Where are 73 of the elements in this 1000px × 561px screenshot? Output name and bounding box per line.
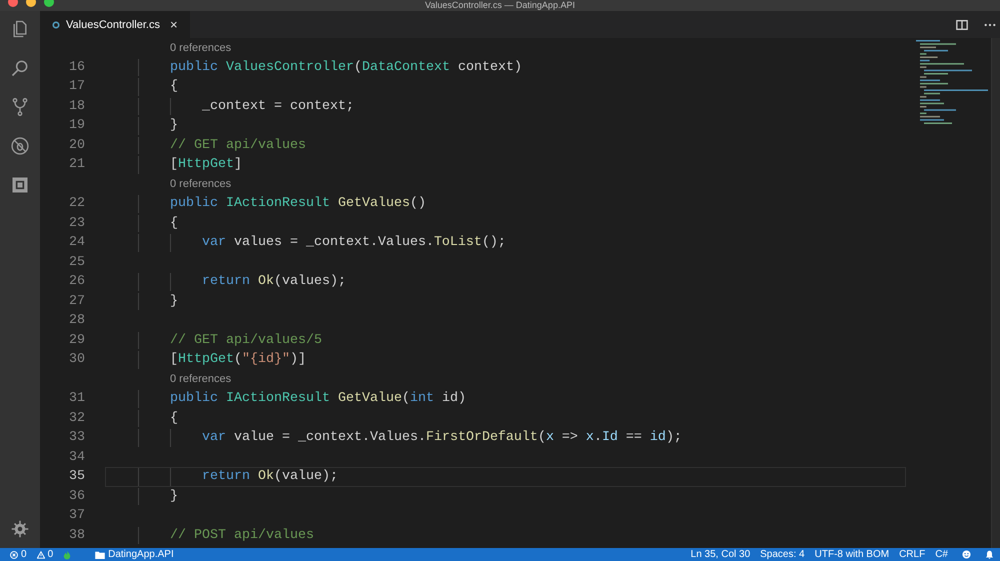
code-line: } xyxy=(168,118,178,134)
line-number: 31 xyxy=(69,391,85,406)
code-line: public ValuesController(DataContext context) xyxy=(168,60,522,75)
status-item[interactable]: Ln 35, Col 30 xyxy=(690,549,750,560)
code-line: } xyxy=(168,488,178,504)
status-item[interactable]: C# xyxy=(935,549,948,560)
editor-tab[interactable]: ValuesController.cs × xyxy=(40,11,190,38)
line-number: 33 xyxy=(69,430,85,446)
line-number: 26 xyxy=(69,274,85,290)
status-item[interactable]: CRLF xyxy=(899,549,926,560)
line-number: 20 xyxy=(69,138,85,153)
code-line: { xyxy=(168,79,178,94)
code-line: var value = _context.Values.FirstOrDefault(x => x.Id == id); xyxy=(200,430,682,446)
line-number: 28 xyxy=(69,313,85,328)
line-number: 16 xyxy=(69,60,85,75)
error-icon xyxy=(10,550,18,558)
line-number: 17 xyxy=(69,79,85,94)
window-title: ValuesController.cs — DatingApp.API xyxy=(425,0,575,11)
line-number: 38 xyxy=(69,528,85,543)
close-tab-button[interactable]: × xyxy=(170,17,178,32)
code-line: return Ok(values); xyxy=(200,274,346,290)
line-number: 19 xyxy=(69,118,85,134)
line-number: 21 xyxy=(69,157,85,172)
code-line: // GET api/values xyxy=(168,138,306,153)
extensions-icon[interactable] xyxy=(10,175,30,195)
code-line: } xyxy=(168,294,178,309)
code-line: [HttpGet] xyxy=(168,157,242,172)
line-number: 27 xyxy=(69,294,85,309)
references-codelens[interactable]: 0 references xyxy=(170,42,232,54)
code-line: // GET api/values/5 xyxy=(168,332,322,348)
split-editor-icon[interactable] xyxy=(956,20,968,30)
warnings-indicator[interactable]: 0 xyxy=(36,549,54,560)
status-item[interactable]: UTF-8 with BOM xyxy=(814,549,890,560)
minimize-window-button[interactable] xyxy=(26,0,36,7)
line-number: 22 xyxy=(69,196,85,212)
more-icon[interactable] xyxy=(984,22,996,26)
line-number: 35 xyxy=(69,469,85,484)
debug-icon[interactable] xyxy=(10,136,30,156)
scrollbar[interactable] xyxy=(991,38,1000,548)
line-number: 24 xyxy=(69,235,85,250)
line-number: 32 xyxy=(69,410,85,426)
source-control-icon[interactable] xyxy=(10,97,30,117)
bell-icon[interactable] xyxy=(985,550,994,559)
line-number: 34 xyxy=(69,450,85,465)
line-number: 30 xyxy=(69,352,85,368)
status-item[interactable]: Spaces: 4 xyxy=(760,549,805,560)
references-codelens[interactable]: 0 references xyxy=(170,178,232,190)
code-line: { xyxy=(168,216,178,231)
line-number: 23 xyxy=(69,216,85,231)
line-number: 29 xyxy=(69,332,85,348)
code-line: var values = _context.Values.ToList(); xyxy=(200,235,506,250)
code-line: // POST api/values xyxy=(168,528,314,543)
code-line: public IActionResult GetValue(int id) xyxy=(168,391,466,406)
line-number: 25 xyxy=(69,254,85,270)
folder-icon xyxy=(95,550,106,558)
code-line: { xyxy=(168,410,178,426)
code-line: [HttpGet("{id}")] xyxy=(168,352,306,368)
line-number: 37 xyxy=(69,508,85,524)
smiley-icon[interactable] xyxy=(962,550,971,559)
line-number: 18 xyxy=(69,98,85,114)
code-line: public IActionResult GetValues() xyxy=(168,196,426,212)
code-line: _context = context; xyxy=(200,98,354,114)
csharp-file-icon xyxy=(52,20,60,28)
settings-icon[interactable] xyxy=(11,520,29,538)
references-codelens[interactable]: 0 references xyxy=(170,373,232,386)
code-line: return Ok(value); xyxy=(200,469,338,484)
warning-icon xyxy=(36,550,45,558)
search-icon[interactable] xyxy=(10,58,30,78)
folder-indicator[interactable]: DatingApp.API xyxy=(95,549,174,560)
errors-indicator[interactable]: 0 xyxy=(10,549,27,560)
line-number: 36 xyxy=(69,488,85,504)
close-window-button[interactable] xyxy=(8,0,18,7)
maximize-window-button[interactable] xyxy=(44,0,54,7)
